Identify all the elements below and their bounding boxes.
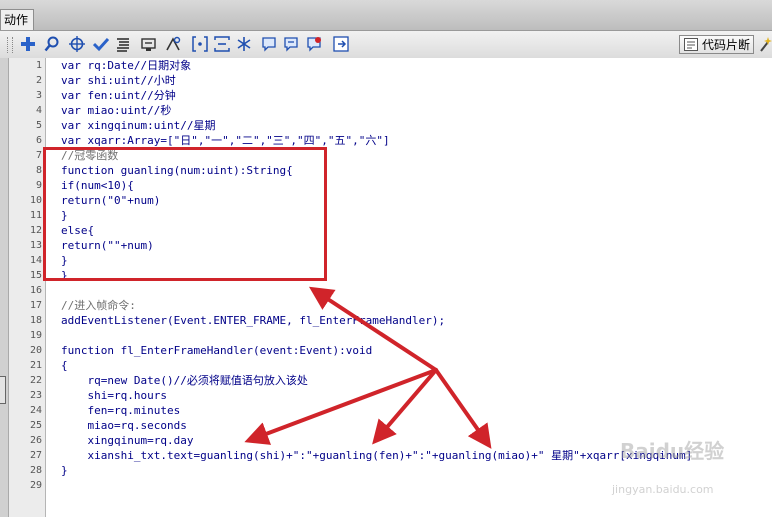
code-line[interactable]: 23 shi=rq.hours <box>30 388 772 403</box>
line-number: 10 <box>29 195 42 206</box>
code-snippets-label: 代码片断 <box>702 38 751 52</box>
line-number: 21 <box>29 360 42 371</box>
code-text: fen=rq.minutes <box>61 404 181 417</box>
line-number: 7 <box>35 150 42 161</box>
code-text: var shi:uint//小时 <box>61 74 176 87</box>
code-line[interactable]: 22 rq=new Date()//必须将赋值语句放入该处 <box>30 373 772 388</box>
code-line[interactable]: 17 //进入帧命令: <box>30 298 772 313</box>
code-line[interactable]: 18 addEventListener(Event.ENTER_FRAME, fl… <box>30 313 772 328</box>
comment-block-icon[interactable] <box>235 35 253 53</box>
code-line[interactable]: 2 var shi:uint//小时 <box>36 73 772 88</box>
script-assist-icon[interactable] <box>305 35 323 53</box>
add-icon[interactable] <box>19 35 37 53</box>
line-number: 25 <box>29 420 42 431</box>
line-number: 29 <box>29 480 42 491</box>
line-number: 26 <box>29 435 42 446</box>
code-text: var rq:Date//日期对象 <box>61 59 192 72</box>
format-icon[interactable] <box>114 35 132 53</box>
code-text: var xingqinum:uint//星期 <box>61 119 216 132</box>
baidu-watermark: Baidu经验 jingyan.baidu.com <box>600 435 760 505</box>
code-line[interactable]: 19 <box>30 328 772 343</box>
code-line[interactable]: 20 function fl_EnterFrameHandler(event:Ev… <box>30 343 772 358</box>
watermark-url: jingyan.baidu.com <box>612 483 714 496</box>
code-text: var fen:uint//分钟 <box>61 89 176 102</box>
code-line[interactable]: 3 var fen:uint//分钟 <box>36 88 772 103</box>
line-number: 14 <box>29 255 42 266</box>
line-number: 17 <box>29 300 42 311</box>
code-text: xianshi_txt.text=guanling(shi)+":"+guanl… <box>61 449 693 462</box>
check-icon[interactable] <box>92 35 110 53</box>
code-line[interactable]: 5 var xingqinum:uint//星期 <box>36 118 772 133</box>
code-text: } <box>61 464 68 477</box>
code-line[interactable]: 16 <box>30 283 772 298</box>
comment-line-icon[interactable] <box>260 35 278 53</box>
code-text: var miao:uint//秒 <box>61 104 172 117</box>
code-line[interactable]: 6 var xqarr:Array=["日","一","二","三","四","五… <box>36 133 772 148</box>
line-number: 24 <box>29 405 42 416</box>
line-number: 16 <box>29 285 42 296</box>
line-number: 15 <box>29 270 42 281</box>
line-number: 8 <box>35 165 42 176</box>
panel-options-icon[interactable] <box>332 35 350 53</box>
line-number: 12 <box>29 225 42 236</box>
line-number: 5 <box>35 120 42 131</box>
code-text: //进入帧命令: <box>61 299 136 312</box>
actions-toolbar: 代码片断 <box>0 31 772 59</box>
code-line[interactable]: 21 { <box>30 358 772 373</box>
line-number: 20 <box>29 345 42 356</box>
code-text: addEventListener(Event.ENTER_FRAME, fl_E… <box>61 314 446 327</box>
code-text: rq=new Date()//必须将赋值语句放入该处 <box>61 374 308 387</box>
line-number: 27 <box>29 450 42 461</box>
line-number: 4 <box>35 105 42 116</box>
snippet-icon <box>684 38 698 51</box>
line-number: 19 <box>29 330 42 341</box>
line-number: 11 <box>29 210 42 221</box>
code-snippets-button[interactable]: 代码片断 <box>679 35 754 54</box>
line-number: 28 <box>29 465 42 476</box>
find-icon[interactable] <box>43 35 61 53</box>
code-line[interactable]: 4 var miao:uint//秒 <box>36 103 772 118</box>
watermark-logo-text: Baidu经验 <box>620 439 725 463</box>
target-icon[interactable] <box>68 35 86 53</box>
panel-collapse-handle[interactable] <box>0 376 6 404</box>
tab-actions[interactable]: 动作 <box>0 9 34 30</box>
expand-all-icon[interactable] <box>213 35 231 53</box>
collapse-icon[interactable] <box>164 35 182 53</box>
line-number: 2 <box>35 75 42 86</box>
expand-icon[interactable] <box>191 35 209 53</box>
code-text: shi=rq.hours <box>61 389 167 402</box>
line-number: 9 <box>35 180 42 191</box>
line-number: 3 <box>35 90 42 101</box>
code-text: { <box>61 359 68 372</box>
left-panel-edge <box>0 58 9 517</box>
toolbar-grip <box>7 37 13 53</box>
highlight-box-guanling-function <box>43 147 327 281</box>
code-text: var xqarr:Array=["日","一","二","三","四","五"… <box>61 134 390 147</box>
panel-tab-bar: 动作 <box>0 0 772 31</box>
code-line[interactable]: 25 miao=rq.seconds <box>30 418 772 433</box>
debug-icon[interactable] <box>140 35 158 53</box>
magic-wand-icon[interactable] <box>759 36 772 52</box>
line-number: 22 <box>29 375 42 386</box>
code-line[interactable]: 1 var rq:Date//日期对象 <box>36 58 772 73</box>
uncomment-icon[interactable] <box>282 35 300 53</box>
line-number: 13 <box>29 240 42 251</box>
code-text: function fl_EnterFrameHandler(event:Even… <box>61 344 373 357</box>
code-line[interactable]: 24 fen=rq.minutes <box>30 403 772 418</box>
line-number: 1 <box>35 60 42 71</box>
line-number: 6 <box>35 135 42 146</box>
code-text: xingqinum=rq.day <box>61 434 194 447</box>
line-number: 23 <box>29 390 42 401</box>
code-text: miao=rq.seconds <box>61 419 187 432</box>
line-number: 18 <box>29 315 42 326</box>
